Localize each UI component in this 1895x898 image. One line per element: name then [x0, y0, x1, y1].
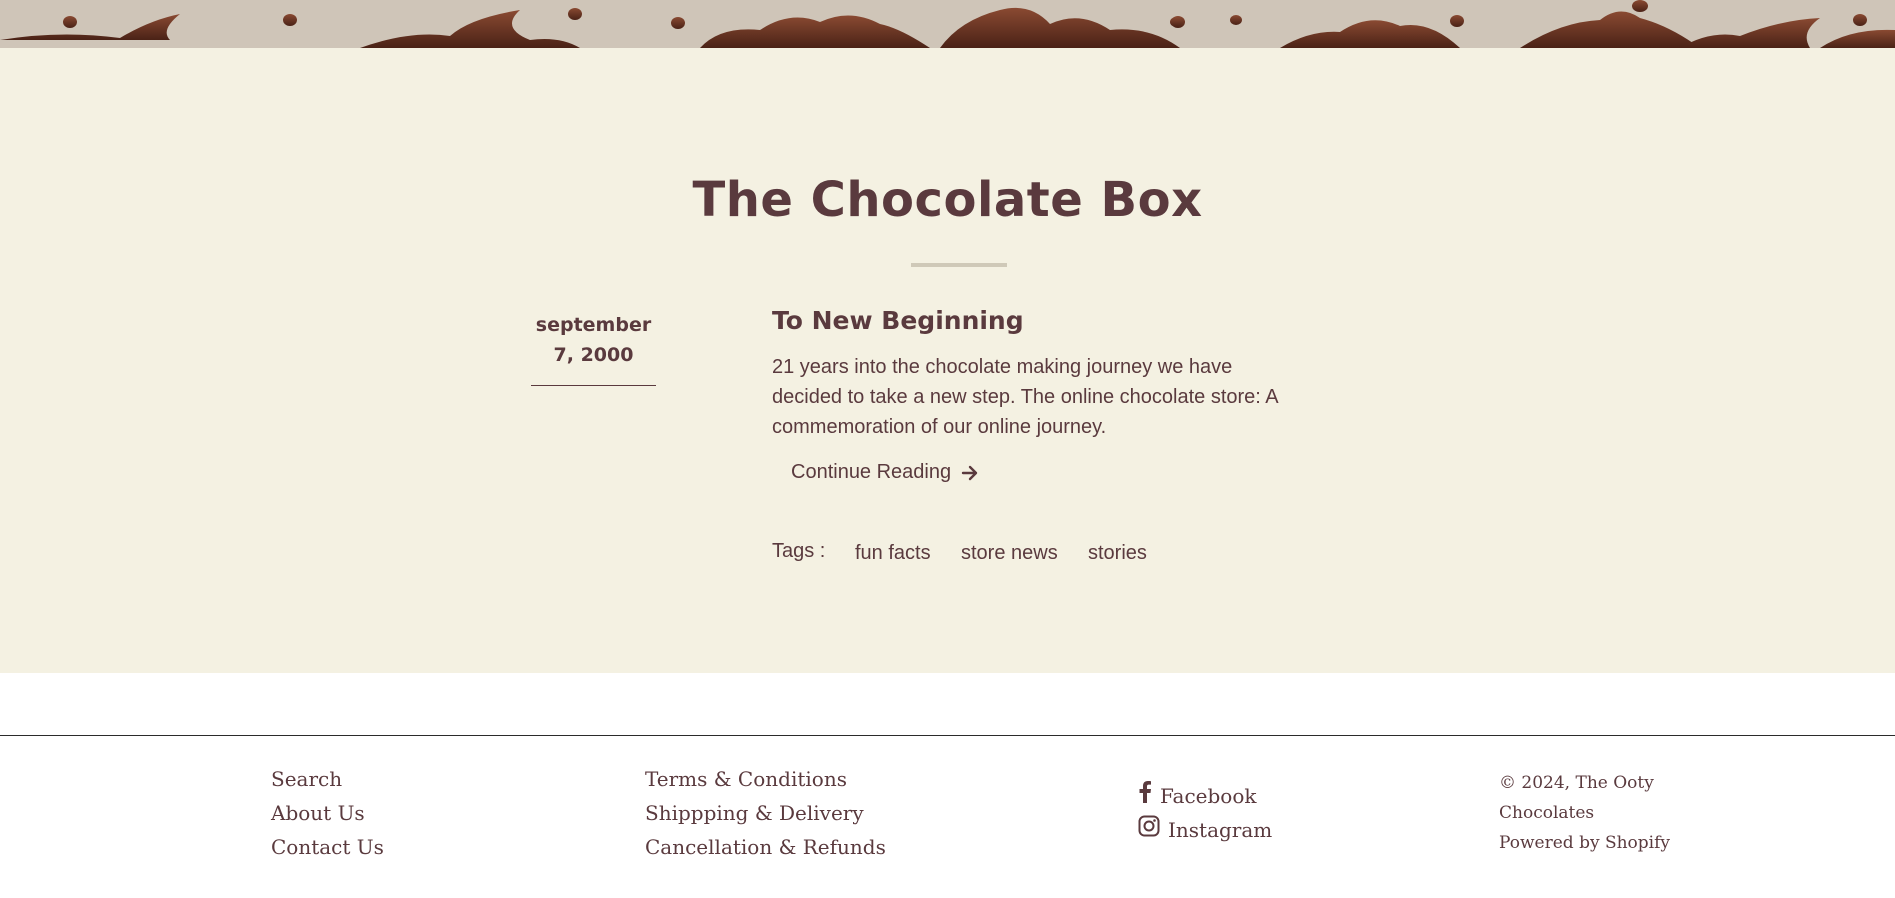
footer-links-primary: Search About Us Contact Us — [271, 762, 384, 864]
article-date: september 7, 2000 — [535, 314, 652, 366]
title-divider — [911, 263, 1007, 267]
article-title-link[interactable]: To New Beginning — [772, 306, 1024, 335]
footer-links-policies: Terms & Conditions Shippping & Delivery … — [645, 762, 886, 864]
instagram-icon — [1138, 813, 1160, 847]
footer-link-contact-us[interactable]: Contact Us — [271, 830, 384, 864]
footer-link-terms[interactable]: Terms & Conditions — [645, 762, 886, 796]
footer-link-facebook[interactable]: Facebook — [1138, 779, 1272, 813]
tags-label: Tags : — [772, 540, 826, 562]
footer-link-about-us[interactable]: About Us — [271, 796, 384, 830]
tag-store-news[interactable]: store news — [961, 542, 1058, 565]
article-excerpt: 21 years into the chocolate making journ… — [772, 356, 1278, 438]
tag-stories[interactable]: stories — [1088, 542, 1147, 565]
footer-copyright: © 2024, The Ooty Chocolates Powered by S… — [1499, 768, 1670, 858]
chocolate-splash-banner — [0, 0, 1895, 48]
facebook-icon — [1138, 779, 1152, 813]
footer-divider — [0, 735, 1895, 736]
instagram-label: Instagram — [1168, 818, 1273, 842]
blog-title: The Chocolate Box — [692, 172, 1203, 228]
continue-reading-link[interactable]: Continue Reading — [791, 461, 979, 484]
arrow-right-icon — [961, 464, 979, 482]
tag-fun-facts[interactable]: fun facts — [855, 542, 931, 565]
footer-social-links: Facebook Instagram — [1138, 779, 1272, 847]
footer-link-shipping[interactable]: Shippping & Delivery — [645, 796, 886, 830]
powered-by-shopify-link[interactable]: Powered by Shopify — [1499, 828, 1670, 858]
footer-link-cancellation[interactable]: Cancellation & Refunds — [645, 830, 886, 864]
continue-reading-label: Continue Reading — [791, 461, 952, 483]
date-divider — [531, 385, 656, 386]
copyright-line2: Chocolates — [1499, 803, 1595, 823]
facebook-label: Facebook — [1160, 784, 1257, 808]
footer-link-search[interactable]: Search — [271, 762, 384, 796]
footer-link-instagram[interactable]: Instagram — [1138, 813, 1272, 847]
copyright-line1: © 2024, The Ooty — [1499, 773, 1654, 793]
